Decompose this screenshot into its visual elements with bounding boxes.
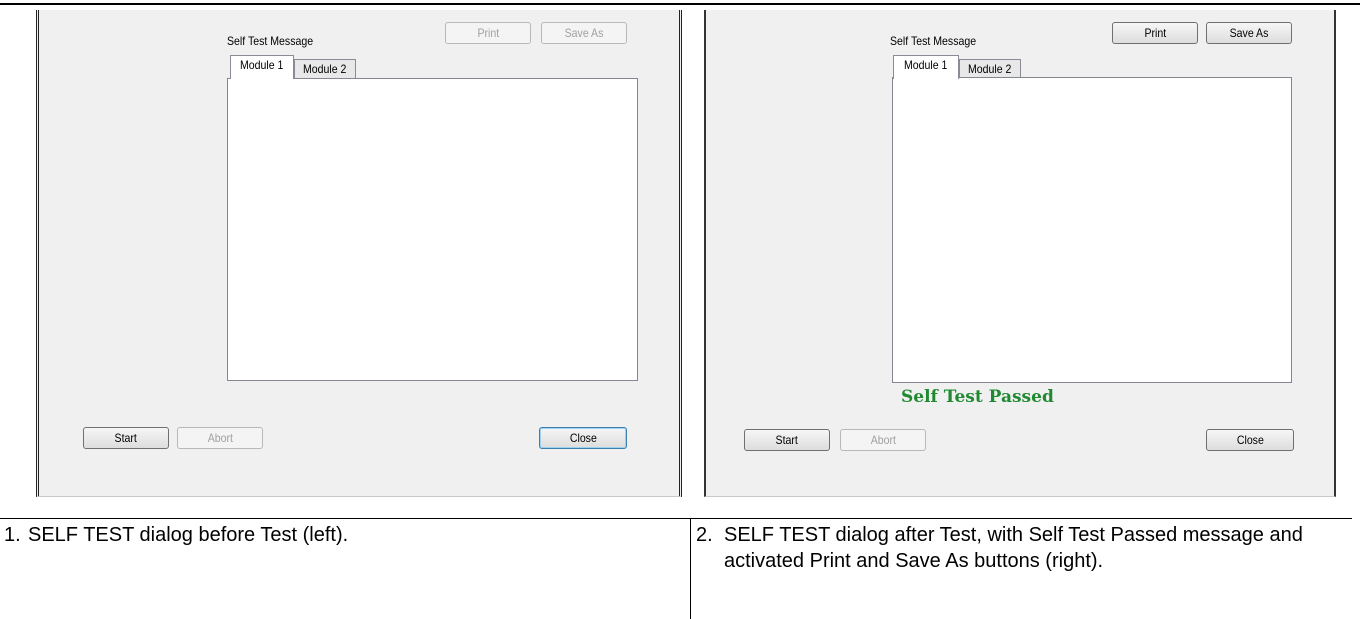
tab-module-1-label: Module 1 bbox=[904, 58, 948, 72]
tab-module-2[interactable]: Module 2 bbox=[294, 59, 356, 79]
tab-module-2[interactable]: Module 2 bbox=[959, 59, 1021, 79]
caption-1-number: 1. bbox=[4, 524, 21, 546]
print-button-label: Print bbox=[477, 26, 499, 40]
abort-button[interactable]: Abort bbox=[840, 429, 926, 451]
self-test-message-area[interactable] bbox=[227, 78, 638, 381]
print-button[interactable]: Print bbox=[1112, 22, 1198, 44]
caption-1-text: SELF TEST dialog before Test (left). bbox=[28, 524, 349, 546]
save-as-button-label: Save As bbox=[1229, 26, 1269, 40]
tab-module-1[interactable]: Module 1 bbox=[893, 55, 959, 79]
abort-button[interactable]: Abort bbox=[177, 427, 263, 449]
print-button-label: Print bbox=[1144, 26, 1166, 40]
self-test-message-label: Self Test Message bbox=[227, 34, 314, 48]
abort-button-label: Abort bbox=[207, 431, 233, 445]
close-button[interactable]: Close bbox=[539, 427, 627, 449]
self-test-message-label: Self Test Message bbox=[890, 34, 977, 48]
start-button[interactable]: Start bbox=[83, 427, 169, 449]
close-button-label: Close bbox=[1236, 433, 1264, 447]
close-button-label: Close bbox=[569, 431, 597, 445]
start-button[interactable]: Start bbox=[744, 429, 830, 451]
close-button[interactable]: Close bbox=[1206, 429, 1294, 451]
self-test-passed-message: Self Test Passed bbox=[901, 387, 1054, 407]
tab-module-2-label: Module 2 bbox=[303, 62, 347, 76]
caption-column-divider bbox=[690, 518, 691, 619]
save-as-button[interactable]: Save As bbox=[541, 22, 627, 44]
caption-2-text: SELF TEST dialog after Test, with Self T… bbox=[724, 524, 1303, 572]
print-button[interactable]: Print bbox=[445, 22, 531, 44]
tab-module-1-label: Module 1 bbox=[240, 58, 284, 72]
self-test-dialog-before: Self Test Message Print Save As Module 1… bbox=[36, 10, 682, 497]
self-test-message-area[interactable] bbox=[892, 77, 1292, 383]
caption-top-rule bbox=[0, 518, 1352, 519]
top-rule bbox=[0, 3, 1360, 5]
save-as-button-label: Save As bbox=[564, 26, 604, 40]
save-as-button[interactable]: Save As bbox=[1206, 22, 1292, 44]
abort-button-label: Abort bbox=[870, 433, 896, 447]
tab-module-2-label: Module 2 bbox=[968, 62, 1012, 76]
tab-module-1[interactable]: Module 1 bbox=[230, 55, 294, 79]
self-test-dialog-after: Self Test Message Print Save As Module 1… bbox=[704, 10, 1336, 497]
caption-2-number: 2. bbox=[696, 524, 713, 546]
start-button-label: Start bbox=[114, 431, 138, 445]
start-button-label: Start bbox=[775, 433, 799, 447]
